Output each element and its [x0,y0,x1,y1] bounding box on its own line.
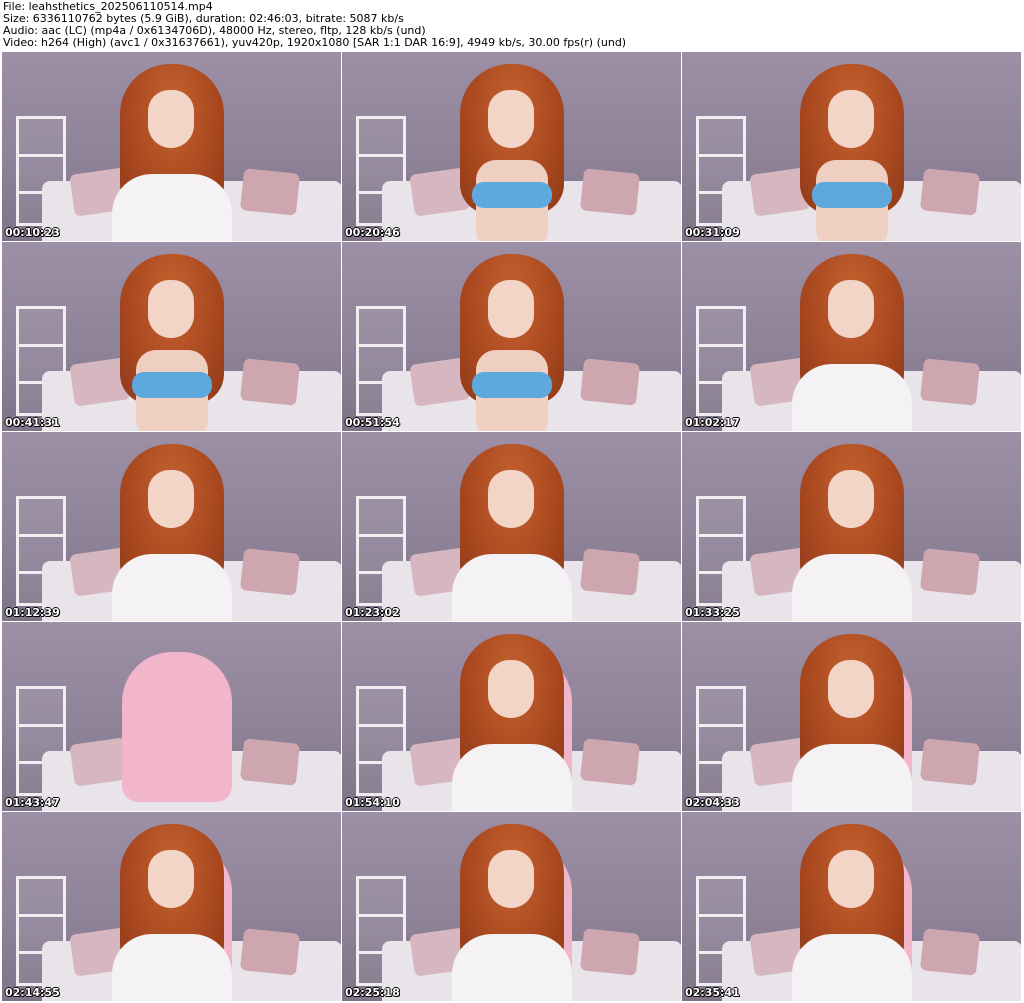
thumbnail-grid: 00:10:23 00:20:46 00:31:09 00:41:31 00:51:54… [2,52,1022,1002]
thumbnail-frame: 02:14:55 [2,812,341,1001]
person-figure [452,254,572,431]
face [828,280,874,338]
thumbnail-frame: 01:54:10 [342,622,681,811]
person-figure [112,444,232,621]
timestamp-label: 02:35:41 [685,986,740,999]
pillow [239,738,301,786]
timestamp-label: 01:12:39 [5,606,60,619]
face [828,850,874,908]
thumbnail-frame: 02:04:33 [682,622,1021,811]
timestamp-label: 00:20:46 [345,226,400,239]
face [488,470,534,528]
face [828,660,874,718]
person-figure [452,634,572,811]
white-top [452,934,572,1001]
person-figure [452,824,572,1001]
gaming-chair [122,652,232,802]
person-figure [792,634,912,811]
white-top [792,934,912,1001]
face [488,660,534,718]
pillow [579,548,641,596]
thumbnail-frame: 00:10:23 [2,52,341,241]
face [148,850,194,908]
video-info-line: Video: h264 (High) (avc1 / 0x31637661), … [3,36,627,49]
white-top [792,744,912,811]
blue-top [812,182,892,208]
thumbnail-frame: 01:12:39 [2,432,341,621]
face [488,90,534,148]
white-top [792,554,912,621]
thumbnail-frame: 02:25:18 [342,812,681,1001]
white-top [452,554,572,621]
pillow [919,548,981,596]
timestamp-label: 02:25:18 [345,986,400,999]
person-figure [792,824,912,1001]
pillow [919,168,981,216]
timestamp-label: 01:54:10 [345,796,400,809]
timestamp-label: 01:23:02 [345,606,400,619]
face [488,280,534,338]
pillow [919,928,981,976]
face [148,90,194,148]
pillow [579,168,641,216]
person-figure [792,444,912,621]
pillow [239,168,301,216]
pillow [579,928,641,976]
timestamp-label: 02:04:33 [685,796,740,809]
thumbnail-frame: 01:33:25 [682,432,1021,621]
person-figure [792,254,912,431]
face [148,470,194,528]
thumbnail-frame: 01:02:17 [682,242,1021,431]
face [828,470,874,528]
person-figure [112,254,232,431]
timestamp-label: 00:51:54 [345,416,400,429]
face [488,850,534,908]
white-top [792,364,912,431]
person-figure [112,824,232,1001]
timestamp-label: 00:10:23 [5,226,60,239]
pillow [579,738,641,786]
media-info-header: File: leahsthetics_202506110514.mp4 Size… [3,1,1021,49]
timestamp-label: 02:14:55 [5,986,60,999]
blue-top [132,372,212,398]
person-figure [112,64,232,241]
blue-top [472,182,552,208]
pillow [579,358,641,406]
timestamp-label: 01:33:25 [685,606,740,619]
white-top [452,744,572,811]
pillow [239,358,301,406]
person-figure [452,444,572,621]
blue-top [472,372,552,398]
pillow [919,738,981,786]
thumbnail-frame: 00:51:54 [342,242,681,431]
thumbnail-frame: 00:41:31 [2,242,341,431]
thumbnail-frame: 00:31:09 [682,52,1021,241]
face [828,90,874,148]
face [148,280,194,338]
person-figure [792,64,912,241]
person-figure [452,64,572,241]
timestamp-label: 00:41:31 [5,416,60,429]
thumbnail-frame: 01:23:02 [342,432,681,621]
timestamp-label: 00:31:09 [685,226,740,239]
pillow [239,928,301,976]
thumbnail-frame: 02:35:41 [682,812,1021,1001]
thumbnail-frame: 00:20:46 [342,52,681,241]
timestamp-label: 01:02:17 [685,416,740,429]
white-top [112,554,232,621]
thumbnail-frame: 01:43:47 [2,622,341,811]
pillow [919,358,981,406]
timestamp-label: 01:43:47 [5,796,60,809]
pillow [239,548,301,596]
white-top [112,174,232,241]
white-top [112,934,232,1001]
